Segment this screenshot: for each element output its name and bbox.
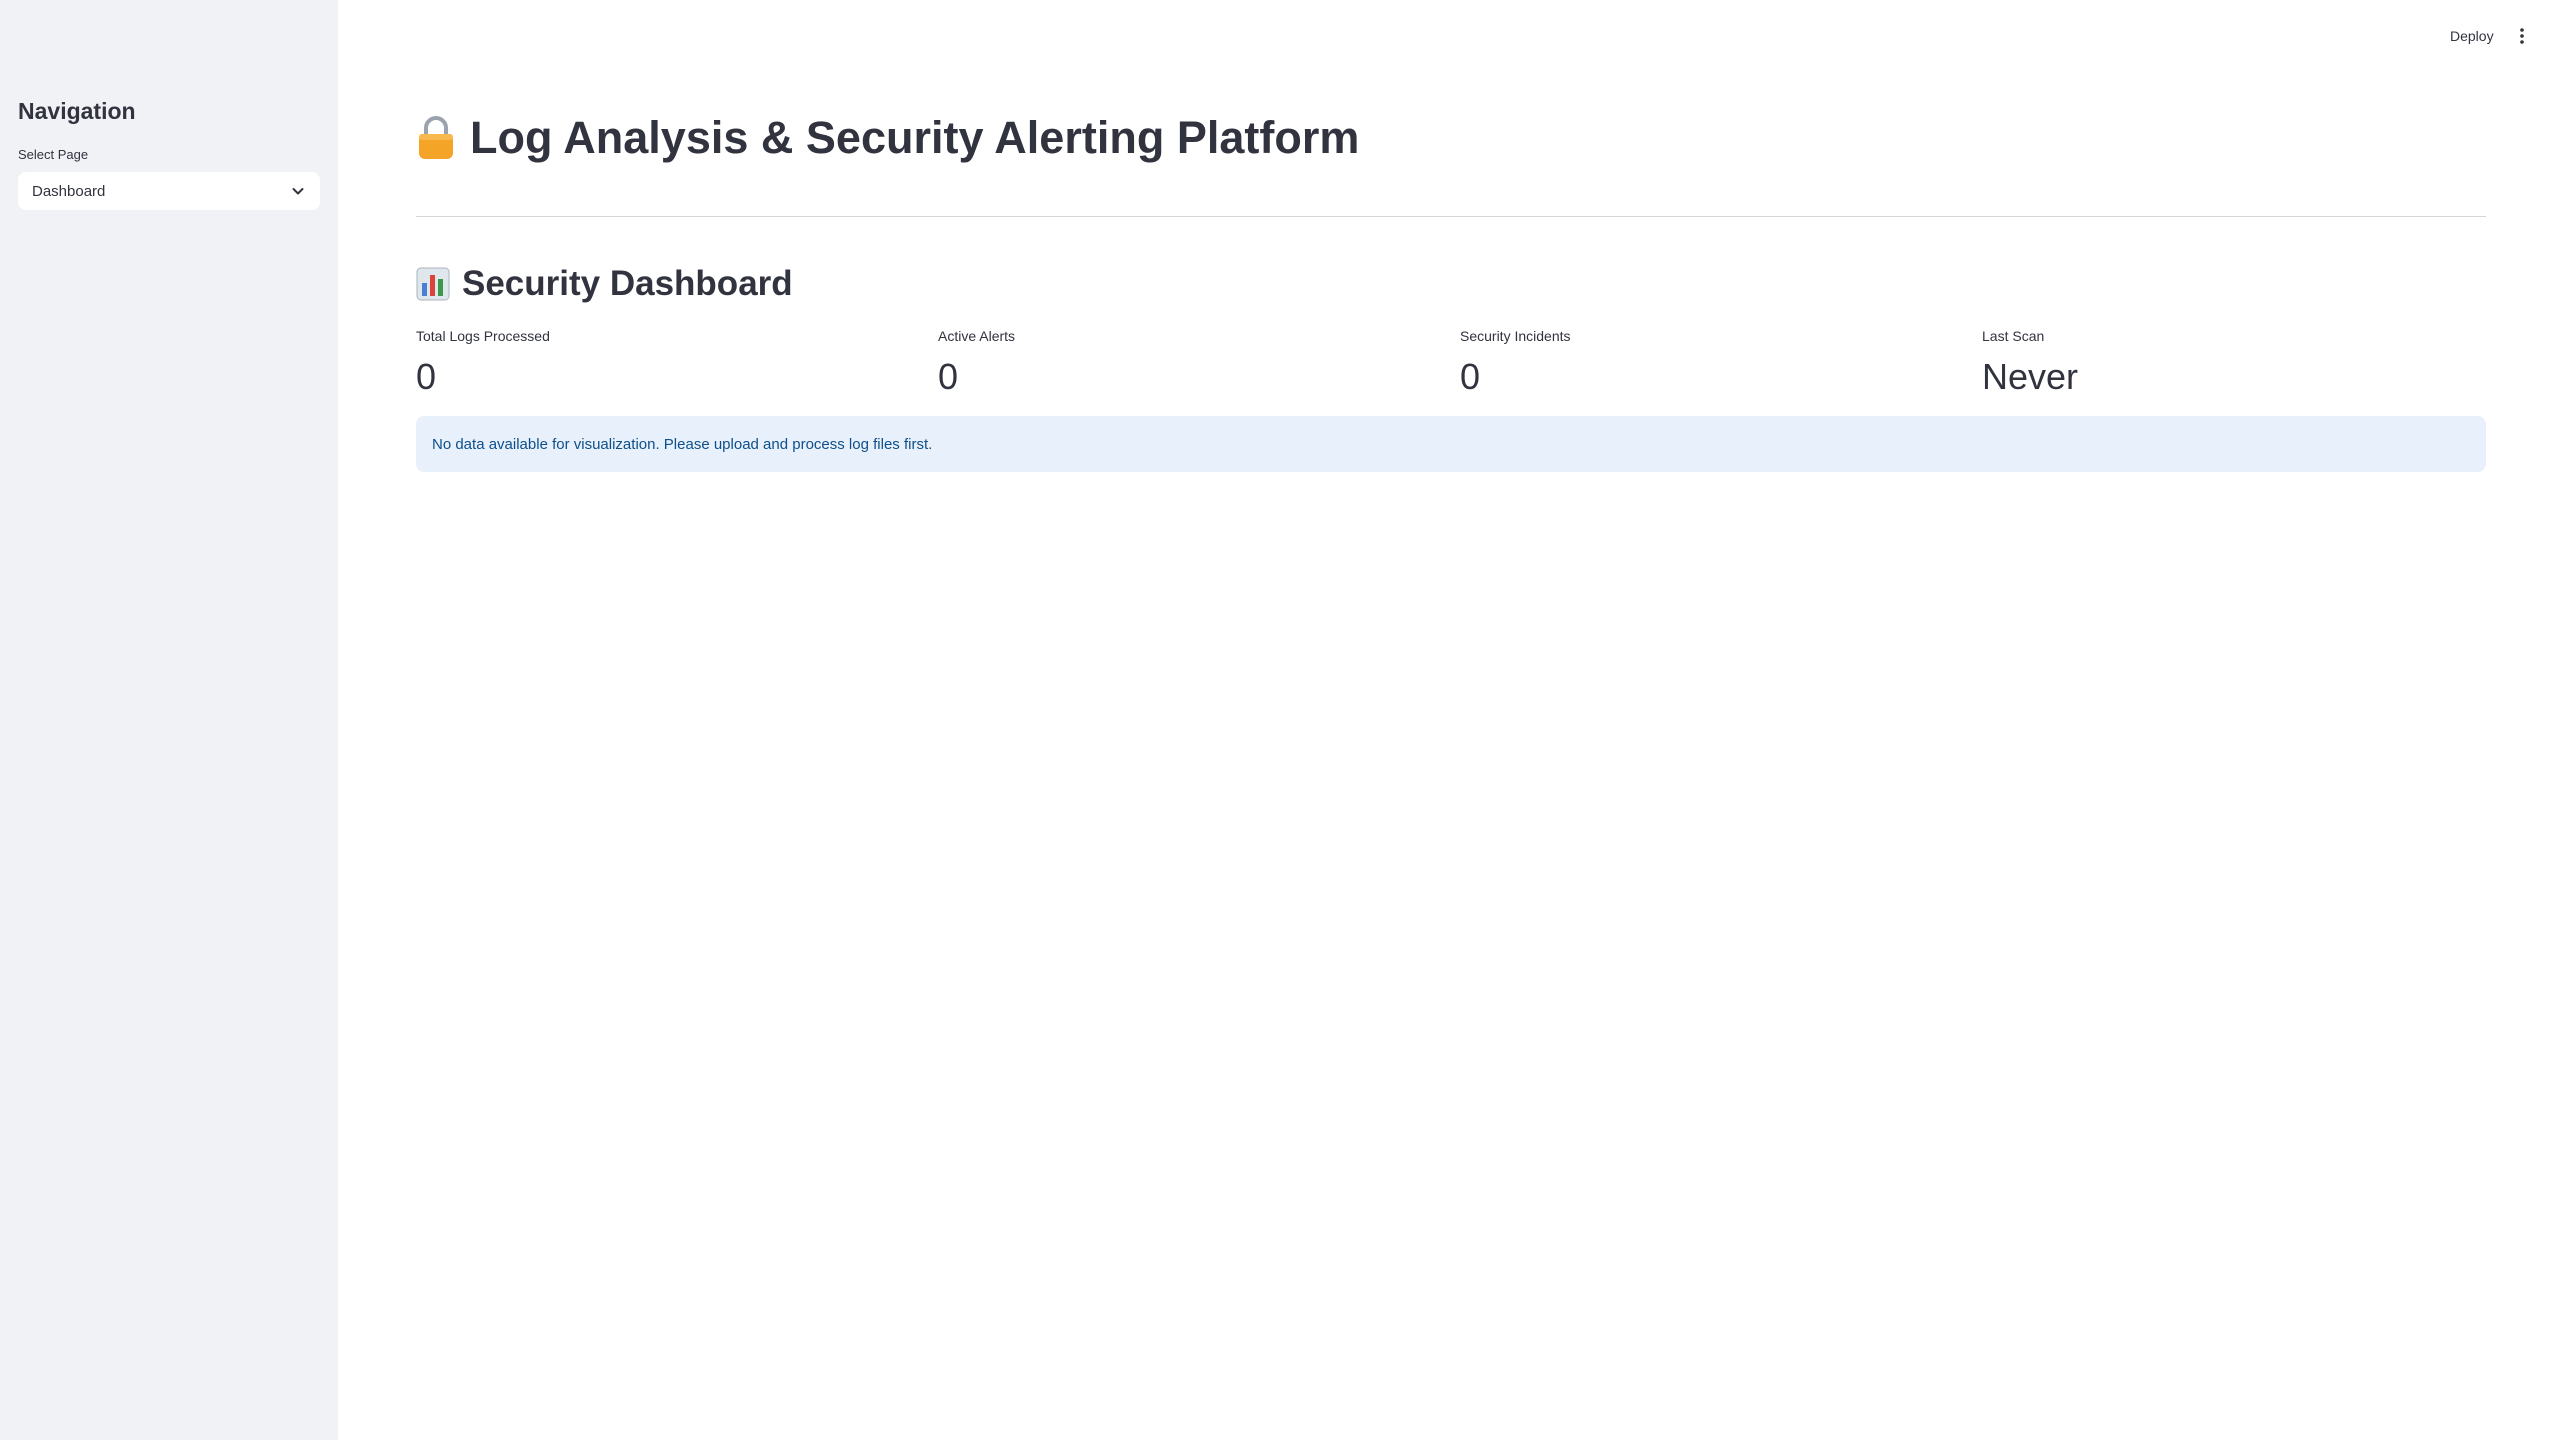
metric-active-alerts: Active Alerts 0 bbox=[938, 328, 1438, 398]
select-page-label: Select Page bbox=[18, 147, 89, 162]
sidebar-title: Navigation bbox=[18, 98, 136, 124]
metric-total-logs: Total Logs Processed 0 bbox=[416, 328, 916, 398]
chevron-down-icon bbox=[292, 188, 304, 195]
section-title: Security Dashboard bbox=[416, 264, 793, 304]
metric-value: Never bbox=[1982, 356, 2079, 397]
deploy-button[interactable]: Deploy bbox=[2444, 24, 2500, 48]
metric-value: 0 bbox=[1460, 356, 1481, 397]
sidebar: Navigation Select Page Dashboard bbox=[0, 0, 338, 1440]
section-title-text: Security Dashboard bbox=[462, 264, 793, 303]
info-message: No data available for visualization. Ple… bbox=[432, 435, 933, 453]
lock-icon bbox=[419, 116, 453, 159]
info-alert: No data available for visualization. Ple… bbox=[416, 416, 2486, 472]
metric-value: 0 bbox=[416, 356, 437, 397]
kebab-menu-icon[interactable] bbox=[2515, 26, 2529, 46]
metric-last-scan: Last Scan Never bbox=[1982, 328, 2482, 398]
bar-chart-icon bbox=[416, 267, 450, 301]
metric-security-incidents: Security Incidents 0 bbox=[1460, 328, 1960, 398]
page-title: Log Analysis & Security Alerting Platfor… bbox=[416, 112, 1359, 164]
metric-label: Security Incidents bbox=[1460, 328, 1571, 344]
metric-label: Total Logs Processed bbox=[416, 328, 550, 344]
page-title-text: Log Analysis & Security Alerting Platfor… bbox=[470, 112, 1360, 163]
metric-label: Last Scan bbox=[1982, 328, 2045, 344]
page-select-value: Dashboard bbox=[32, 182, 106, 200]
metric-label: Active Alerts bbox=[938, 328, 1016, 344]
title-divider bbox=[416, 216, 2486, 217]
page-select[interactable]: Dashboard bbox=[18, 172, 320, 210]
metric-value: 0 bbox=[938, 356, 959, 397]
